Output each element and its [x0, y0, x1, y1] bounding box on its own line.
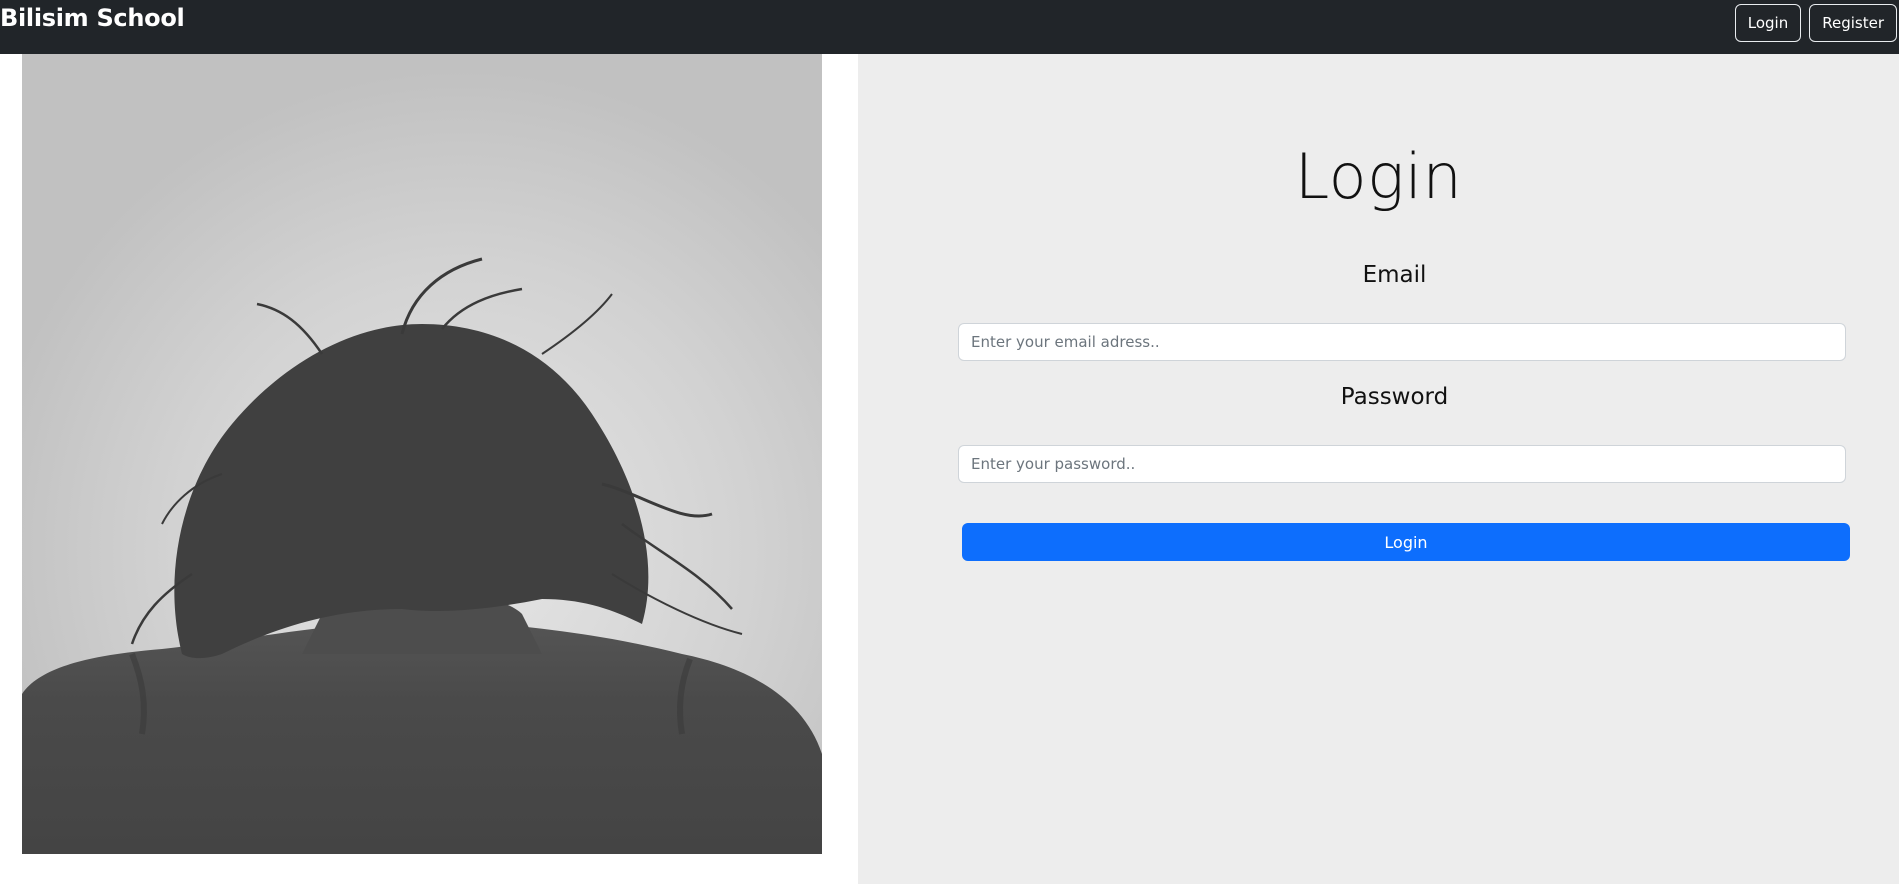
- password-field[interactable]: [958, 445, 1846, 483]
- brand-link[interactable]: Bilisim School: [0, 4, 185, 32]
- password-label: Password: [1340, 384, 1449, 410]
- nav-register-button[interactable]: Register: [1809, 4, 1897, 42]
- login-submit-button[interactable]: Login: [962, 523, 1850, 561]
- navbar-actions: Login Register: [1734, 4, 1897, 42]
- hero-photo: [22, 54, 822, 854]
- email-label: Email: [1362, 262, 1427, 288]
- page-title: Login: [1294, 140, 1463, 213]
- navbar: Bilisim School Login Register: [0, 0, 1899, 54]
- nav-login-button[interactable]: Login: [1734, 4, 1802, 42]
- email-field[interactable]: [958, 323, 1846, 361]
- login-panel: Login Email Password Login: [858, 54, 1899, 884]
- hero-photo-graphic: [22, 54, 822, 854]
